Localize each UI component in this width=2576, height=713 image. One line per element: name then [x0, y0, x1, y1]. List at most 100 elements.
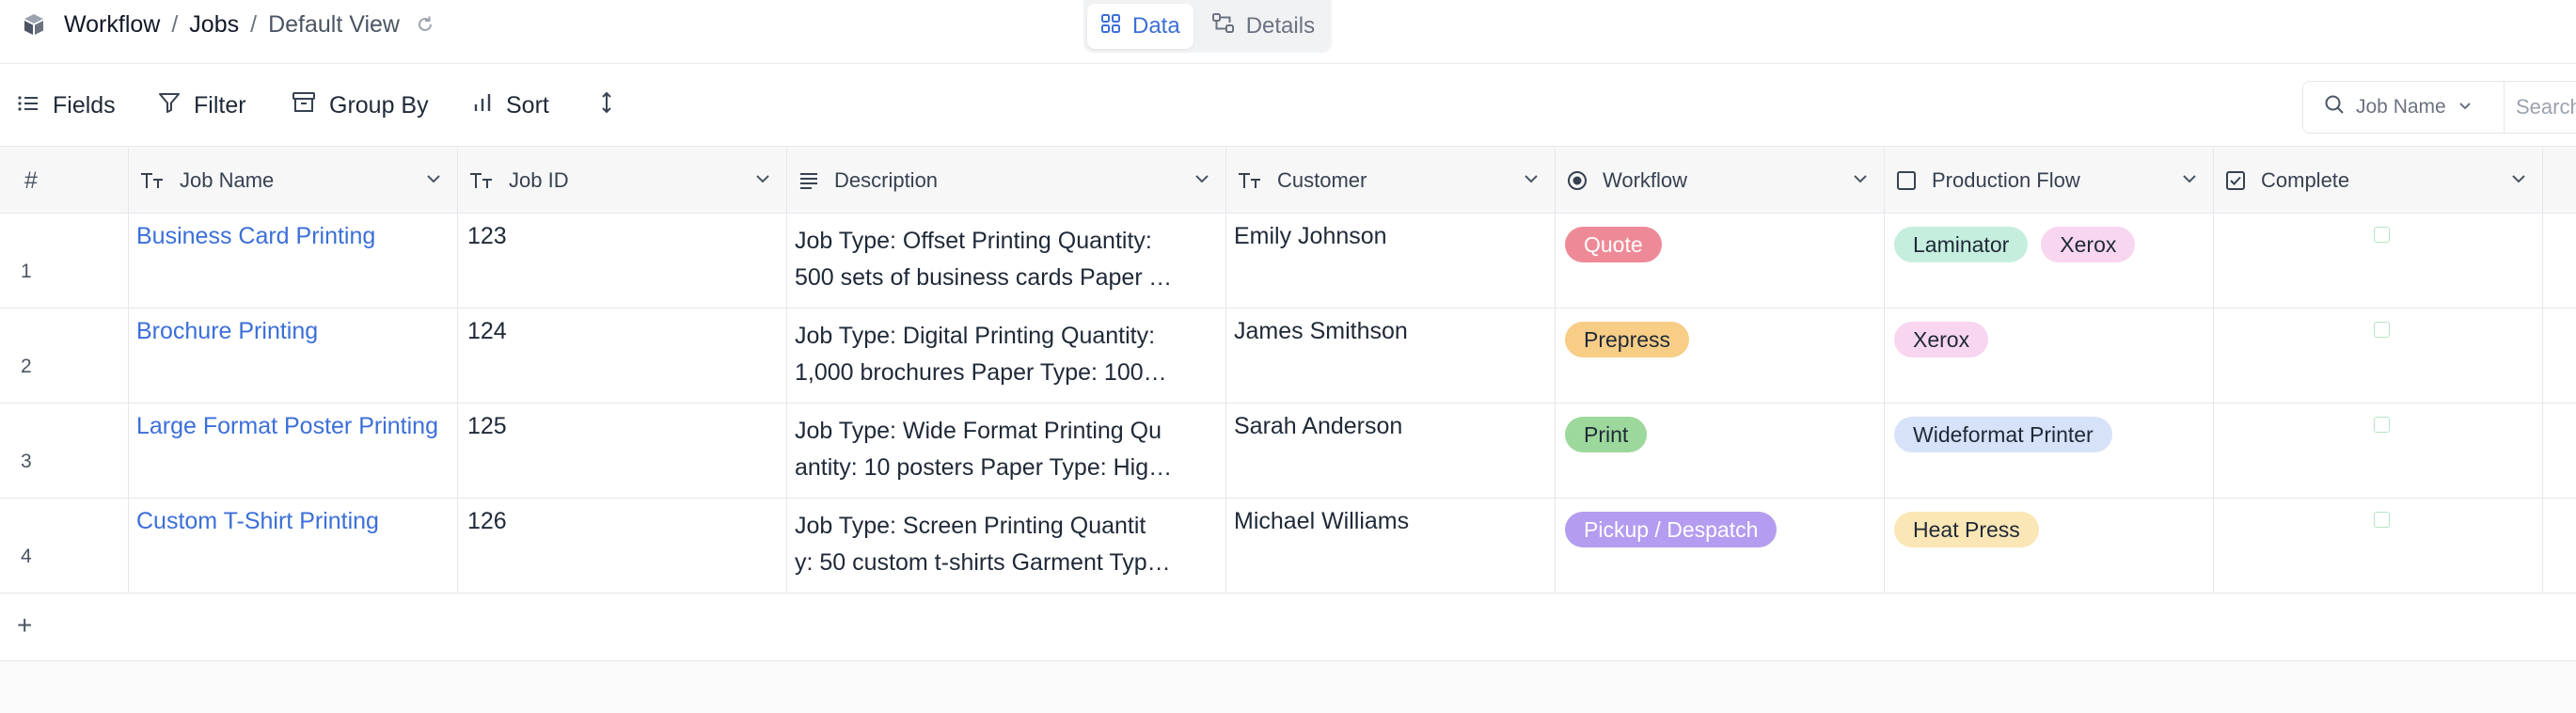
job-name-cell[interactable]: Brochure Printing [129, 309, 458, 403]
production-flow-cell[interactable]: Wideformat Printer [1885, 404, 2214, 498]
row-number: 1 [21, 261, 32, 282]
customer-name: James Smithson [1234, 318, 1408, 344]
production-flow-cell[interactable]: Heat Press [1885, 499, 2214, 593]
radio-icon [1567, 170, 1588, 191]
job-name-cell[interactable]: Custom T-Shirt Printing [129, 499, 458, 593]
complete-cell [2214, 309, 2543, 403]
workflow-cell[interactable]: Quote [1556, 214, 1885, 308]
breadcrumb-table[interactable]: Jobs [189, 11, 239, 39]
header-workflow[interactable]: Workflow [1556, 148, 1885, 214]
fields-label: Fields [53, 91, 116, 119]
complete-checkbox[interactable] [2374, 512, 2390, 528]
row-number-cell: 2 [0, 309, 129, 403]
text-type-icon [469, 171, 494, 190]
filter-label: Filter [194, 91, 246, 119]
header-customer[interactable]: Customer [1226, 148, 1556, 214]
job-id-cell[interactable]: 123 [458, 214, 787, 308]
workflow-cell[interactable]: Prepress [1556, 309, 1885, 403]
description-line: Job Type: Wide Format Printing Qu [795, 418, 1162, 444]
header-description[interactable]: Description [787, 148, 1226, 214]
breadcrumb-workspace[interactable]: Workflow [64, 11, 160, 39]
job-name-link[interactable]: Business Card Printing [136, 223, 375, 250]
chevron-down-icon[interactable] [2510, 170, 2527, 187]
tab-details[interactable]: Details [1199, 4, 1328, 49]
text-type-icon [1238, 171, 1262, 190]
chevron-down-icon[interactable] [425, 170, 442, 187]
sort-button[interactable]: Sort [472, 85, 549, 126]
workflow-tag: Quote [1565, 227, 1662, 262]
column-label: Job ID [509, 168, 569, 192]
column-label: Customer [1277, 168, 1367, 192]
column-label: Production Flow [1932, 168, 2080, 192]
complete-checkbox[interactable] [2374, 227, 2390, 243]
fields-button[interactable]: Fields [17, 85, 116, 126]
table-row[interactable]: 4 Custom T-Shirt Printing 126 Job Type: … [0, 499, 2576, 594]
description-line: y: 50 custom t-shirts Garment Type: ... [795, 549, 1175, 576]
chevron-down-icon [2457, 96, 2473, 119]
breadcrumb-separator: / [250, 10, 258, 38]
description-cell[interactable]: Job Type: Offset Printing Quantity: 500 … [787, 214, 1226, 308]
add-row-button[interactable]: + [17, 610, 32, 641]
job-id: 123 [467, 223, 507, 249]
description-cell[interactable]: Job Type: Screen Printing Quantit y: 50 … [787, 499, 1226, 593]
job-name-link[interactable]: Brochure Printing [136, 318, 318, 345]
chevron-down-icon[interactable] [2181, 170, 2198, 187]
description-cell[interactable]: Job Type: Digital Printing Quantity: 1,0… [787, 309, 1226, 403]
text-type-icon [140, 171, 165, 190]
flow-icon [1211, 12, 1235, 40]
table-row[interactable]: 1 Business Card Printing 123 Job Type: O… [0, 214, 2576, 309]
chevron-down-icon[interactable] [1193, 170, 1210, 187]
customer-cell[interactable]: Sarah Anderson [1226, 404, 1556, 498]
job-name-link[interactable]: Custom T-Shirt Printing [136, 508, 379, 535]
header-production-flow[interactable]: Production Flow [1885, 148, 2214, 214]
chevron-down-icon[interactable] [1852, 170, 1869, 187]
description-line: 1,000 brochures Paper Type: 100gsm ... [795, 359, 1175, 386]
description-cell[interactable]: Job Type: Wide Format Printing Qu antity… [787, 404, 1226, 498]
production-flow-cell[interactable]: Laminator Xerox [1885, 214, 2214, 308]
sort-label: Sort [506, 91, 549, 119]
refresh-icon[interactable] [415, 14, 435, 35]
top-bar: Workflow / Jobs / Default View Data Deta… [0, 0, 2576, 64]
description-line: antity: 10 posters Paper Type: High glos… [795, 454, 1175, 481]
checkbox-checked-icon [2225, 170, 2246, 191]
workflow-cell[interactable]: Print [1556, 404, 1885, 498]
breadcrumb: Workflow / Jobs / Default View [64, 9, 435, 40]
archive-icon [292, 91, 316, 120]
search-input[interactable]: Search [2505, 82, 2576, 133]
header-job-name[interactable]: Job Name [129, 148, 458, 214]
production-tag: Laminator [1894, 227, 2029, 262]
filter-button[interactable]: Filter [158, 85, 246, 126]
group-by-button[interactable]: Group By [292, 85, 429, 126]
complete-checkbox[interactable] [2374, 322, 2390, 338]
column-label: Description [834, 168, 939, 192]
table-row[interactable]: 3 Large Format Poster Printing 125 Job T… [0, 404, 2576, 499]
production-flow-cell[interactable]: Xerox [1885, 309, 2214, 403]
tab-data[interactable]: Data [1087, 4, 1193, 49]
workflow-cell[interactable]: Pickup / Despatch [1556, 499, 1885, 593]
filter-icon [158, 91, 181, 120]
customer-cell[interactable]: James Smithson [1226, 309, 1556, 403]
workflow-tag: Pickup / Despatch [1565, 512, 1778, 547]
breadcrumb-view[interactable]: Default View [268, 11, 400, 39]
complete-cell [2214, 499, 2543, 593]
header-job-id[interactable]: Job ID [458, 148, 787, 214]
customer-cell[interactable]: Emily Johnson [1226, 214, 1556, 308]
description-text: Job Type: Screen Printing Quantit y: 50 … [795, 508, 1175, 581]
job-id-cell[interactable]: 125 [458, 404, 787, 498]
description-text: Job Type: Wide Format Printing Qu antity… [795, 413, 1175, 486]
job-id-cell[interactable]: 124 [458, 309, 787, 403]
view-tabs: Data Details [1083, 0, 1333, 53]
chevron-down-icon[interactable] [754, 170, 771, 187]
complete-checkbox[interactable] [2374, 417, 2390, 433]
job-name-link[interactable]: Large Format Poster Printing [136, 413, 438, 440]
job-name-cell[interactable]: Business Card Printing [129, 214, 458, 308]
customer-cell[interactable]: Michael Williams [1226, 499, 1556, 593]
job-id-cell[interactable]: 126 [458, 499, 787, 593]
chevron-down-icon[interactable] [1523, 170, 1540, 187]
search-field-select[interactable]: Job Name [2303, 82, 2505, 133]
job-name-cell[interactable]: Large Format Poster Printing [129, 404, 458, 498]
complete-cell [2214, 404, 2543, 498]
table-row[interactable]: 2 Brochure Printing 124 Job Type: Digita… [0, 309, 2576, 404]
row-height-button[interactable] [600, 85, 613, 126]
header-complete[interactable]: Complete [2214, 148, 2543, 214]
